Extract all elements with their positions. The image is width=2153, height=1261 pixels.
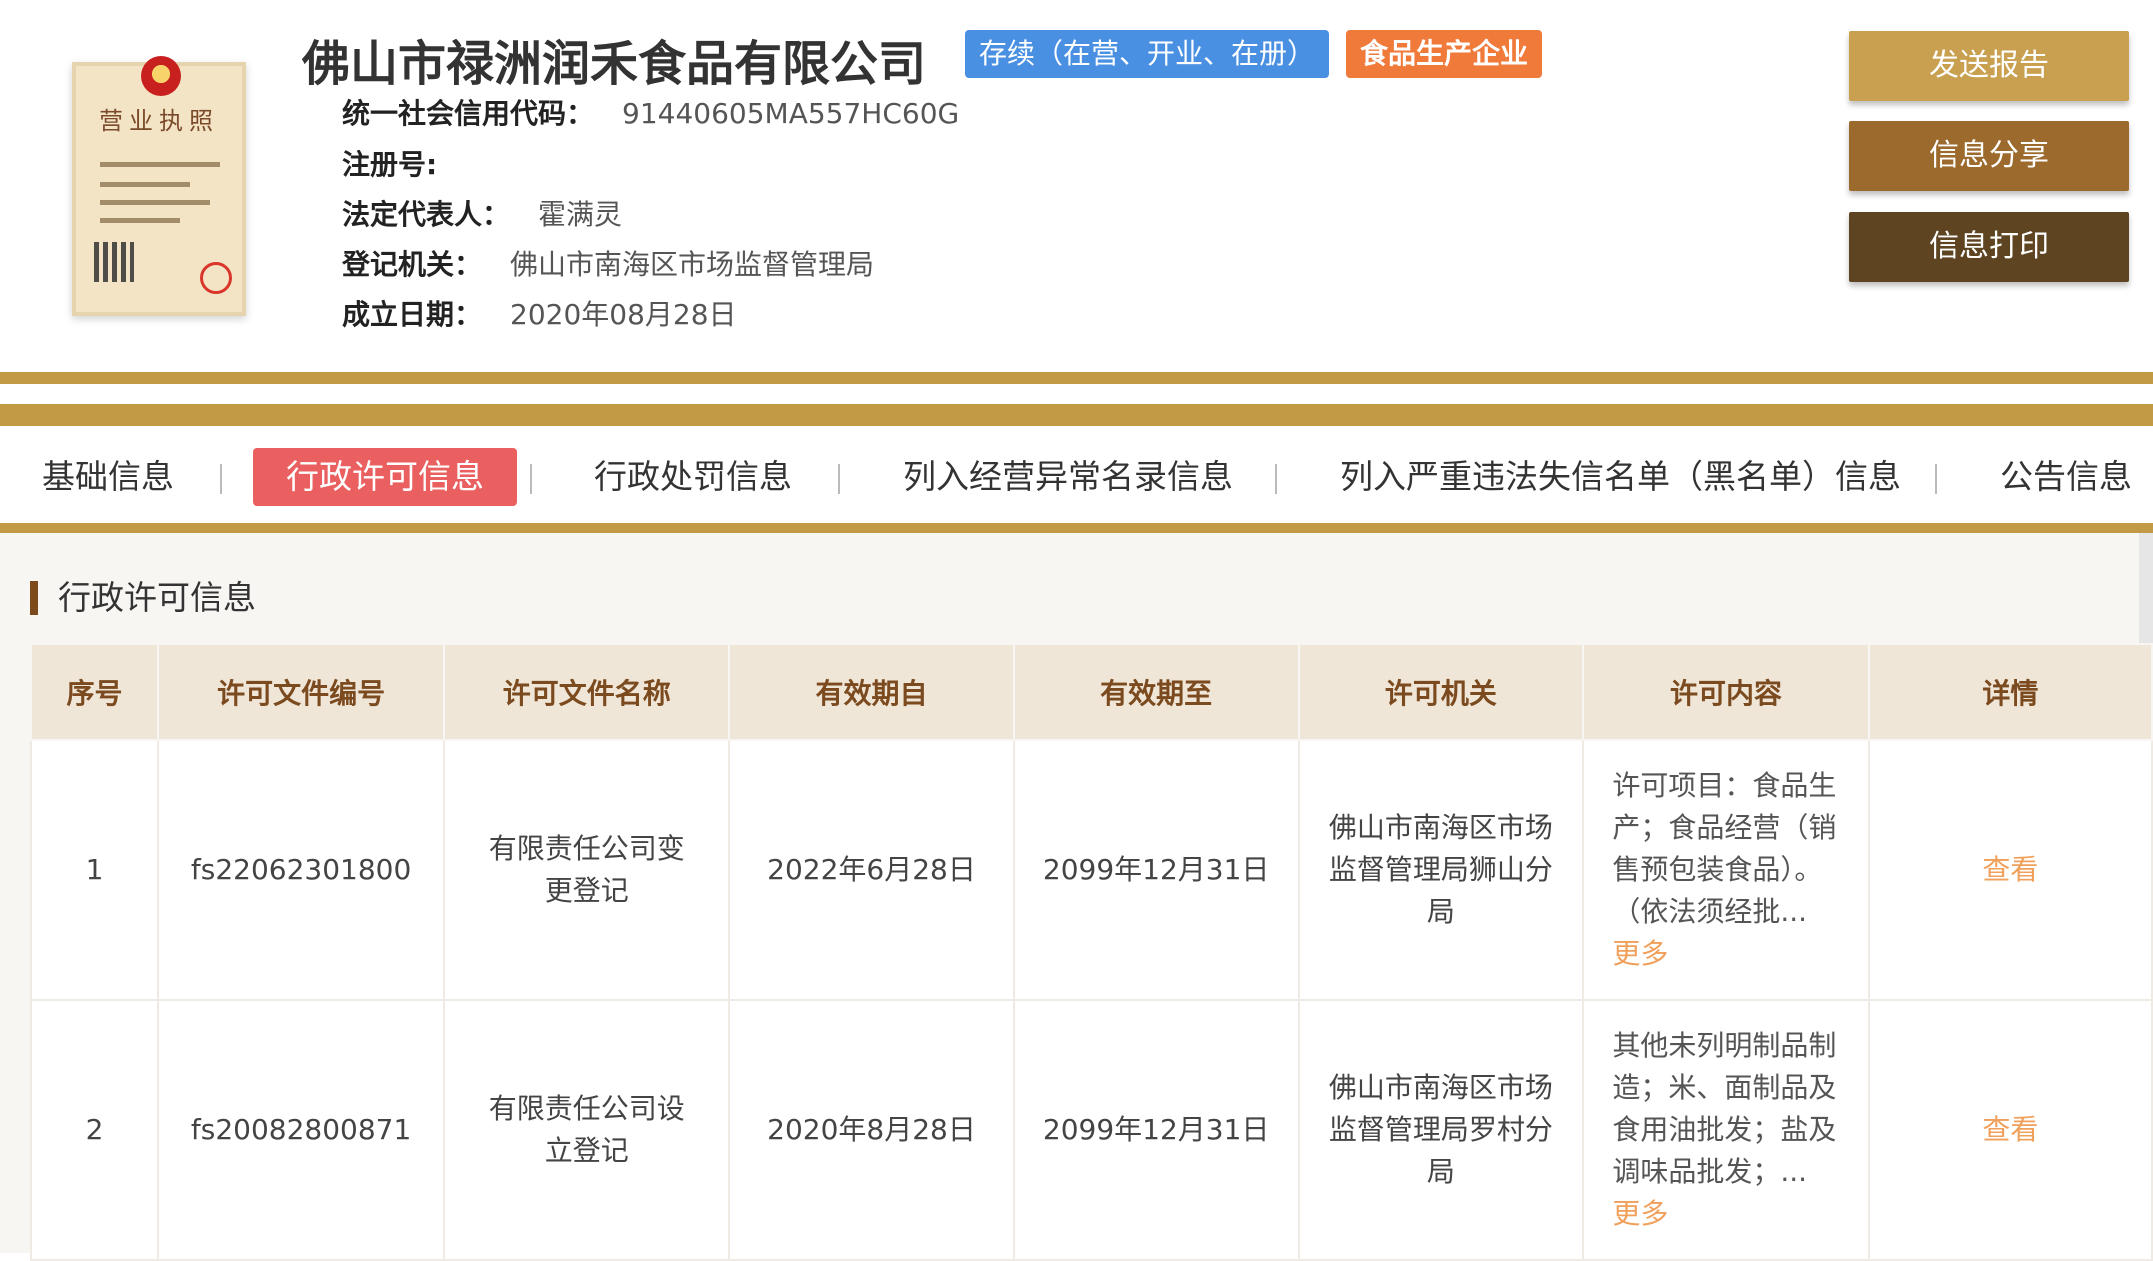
cell-valid-from: 2022年6月28日 — [728, 739, 1015, 1001]
cell-file-no: fs20082800871 — [156, 999, 446, 1261]
column-header-file-name: 许可文件名称 — [443, 643, 731, 741]
column-header-no: 序号 — [30, 643, 159, 741]
column-header-authority: 许可机关 — [1297, 643, 1585, 741]
info-tabs: 基础信息 行政许可信息 行政处罚信息 列入经营异常名录信息 列入严重违法失信名单… — [0, 426, 2153, 526]
license-text-line — [100, 162, 220, 167]
license-text-line — [100, 200, 210, 205]
view-detail-link[interactable]: 查看 — [1982, 853, 2038, 886]
tab-abnormal-operation[interactable]: 列入经营异常名录信息 — [903, 448, 1233, 506]
legal-representative-value: 霍满灵 — [538, 198, 623, 231]
view-detail-link[interactable]: 查看 — [1982, 1113, 2038, 1146]
enterprise-type-badge: 食品生产企业 — [1346, 30, 1543, 78]
national-emblem-icon — [141, 56, 181, 96]
cell-no: 2 — [30, 999, 159, 1261]
table-row: 1 fs22062301800 有限责任公司变更登记 2022年6月28日 20… — [30, 739, 2153, 1001]
column-header-valid-to: 有效期至 — [1012, 643, 1300, 741]
cell-file-no: fs22062301800 — [156, 739, 446, 1001]
cell-valid-to: 2099年12月31日 — [1012, 739, 1300, 1001]
tab-announcements[interactable]: 公告信息 — [2000, 448, 2132, 506]
registration-number-row: 注册号: — [342, 143, 465, 183]
official-seal-icon — [200, 262, 232, 294]
tab-separator — [838, 464, 840, 494]
cell-no: 1 — [30, 739, 159, 1001]
tab-separator — [1935, 464, 1937, 494]
more-link[interactable]: 更多 — [1612, 937, 1668, 970]
registration-authority-value: 佛山市南海区市场监督管理局 — [510, 248, 875, 281]
cell-valid-to: 2099年12月31日 — [1012, 999, 1300, 1261]
credit-code-value: 91440605MA557HC60G — [622, 97, 960, 130]
license-table: 序号 许可文件编号 许可文件名称 有效期自 有效期至 许可机关 许可内容 详情 … — [30, 643, 2153, 1261]
tab-admin-penalty[interactable]: 行政处罚信息 — [594, 448, 792, 506]
credit-code-label: 统一社会信用代码： — [342, 97, 595, 130]
tab-admin-license[interactable]: 行政许可信息 — [253, 448, 517, 506]
cell-detail: 查看 — [1867, 999, 2153, 1261]
content-text: 其他未列明制品制造；米、面制品及食用油批发；盐及调味品批发；... — [1612, 1029, 1837, 1188]
divider — [0, 523, 2153, 533]
establishment-date-value: 2020年08月28日 — [510, 298, 737, 331]
share-info-button[interactable]: 信息分享 — [1849, 121, 2129, 191]
business-license-image[interactable]: 营业执照 — [72, 56, 246, 316]
column-header-detail: 详情 — [1867, 643, 2153, 741]
tab-blacklist[interactable]: 列入严重违法失信名单（黑名单）信息 — [1340, 448, 1901, 506]
establishment-date-row: 成立日期： 2020年08月28日 — [342, 293, 737, 333]
registration-authority-label: 登记机关： — [342, 248, 483, 281]
tab-separator — [530, 464, 532, 494]
table-row: 2 fs20082800871 有限责任公司设立登记 2020年8月28日 20… — [30, 999, 2153, 1261]
tab-separator — [1275, 464, 1277, 494]
qr-code-icon — [94, 242, 134, 282]
column-header-content: 许可内容 — [1582, 643, 1870, 741]
tab-basic-info[interactable]: 基础信息 — [42, 448, 174, 506]
tab-separator — [220, 464, 222, 494]
cell-authority: 佛山市南海区市场监督管理局罗村分局 — [1297, 999, 1585, 1261]
print-info-button[interactable]: 信息打印 — [1849, 212, 2129, 282]
table-header-row: 序号 许可文件编号 许可文件名称 有效期自 有效期至 许可机关 许可内容 详情 — [30, 643, 2153, 741]
legal-representative-row: 法定代表人： 霍满灵 — [342, 193, 622, 233]
cell-valid-from: 2020年8月28日 — [728, 999, 1015, 1261]
cell-file-name: 有限责任公司变更登记 — [443, 739, 731, 1001]
cell-detail: 查看 — [1867, 739, 2153, 1001]
divider — [0, 372, 2153, 384]
establishment-date-label: 成立日期： — [342, 298, 483, 331]
license-text-line — [100, 182, 190, 187]
section-title: 行政许可信息 — [30, 581, 256, 615]
registration-authority-row: 登记机关： 佛山市南海区市场监督管理局 — [342, 243, 874, 283]
cell-authority: 佛山市南海区市场监督管理局狮山分局 — [1297, 739, 1585, 1001]
content-text: 许可项目：食品生产；食品经营（销售预包装食品）。（依法须经批... — [1612, 769, 1837, 928]
company-header: 营业执照 佛山市禄洲润禾食品有限公司 存续（在营、开业、在册） 食品生产企业 统… — [0, 0, 2153, 370]
cell-content: 其他未列明制品制造；米、面制品及食用油批发；盐及调味品批发；... 更多 — [1582, 999, 1870, 1261]
divider — [0, 404, 2153, 426]
license-title: 营业执照 — [99, 107, 219, 135]
column-header-file-no: 许可文件编号 — [156, 643, 446, 741]
column-header-valid-from: 有效期自 — [728, 643, 1015, 741]
credit-code-row: 统一社会信用代码： 91440605MA557HC60G — [342, 92, 959, 132]
company-name: 佛山市禄洲润禾食品有限公司 — [302, 36, 927, 92]
send-report-button[interactable]: 发送报告 — [1849, 31, 2129, 101]
more-link[interactable]: 更多 — [1612, 1197, 1668, 1230]
license-info-panel: 行政许可信息 序号 许可文件编号 许可文件名称 有效期自 有效期至 许可机关 许… — [0, 533, 2153, 1261]
legal-representative-label: 法定代表人： — [342, 198, 511, 231]
status-badge: 存续（在营、开业、在册） — [965, 30, 1330, 78]
registration-number-label: 注册号: — [342, 148, 438, 181]
cell-file-name: 有限责任公司设立登记 — [443, 999, 731, 1261]
cell-content: 许可项目：食品生产；食品经营（销售预包装食品）。（依法须经批... 更多 — [1582, 739, 1870, 1001]
license-text-line — [100, 218, 180, 223]
